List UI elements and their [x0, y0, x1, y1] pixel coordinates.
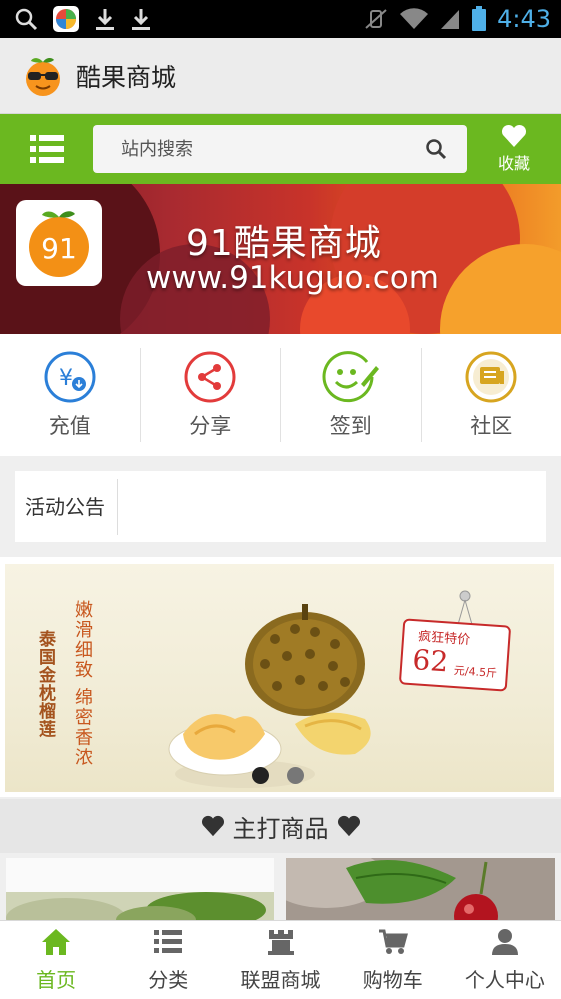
action-share[interactable]: 分享 — [141, 348, 281, 442]
product-card[interactable] — [286, 858, 555, 922]
bottom-navigation: 首页 分类 联盟商城 购物车 个人中心 — [0, 920, 561, 999]
nav-label: 首页 — [36, 967, 77, 992]
app-store-icon — [52, 5, 80, 33]
promo-product-name: 泰国金枕榴莲 — [35, 630, 55, 738]
promo-slide[interactable]: 泰国金枕榴莲 嫩滑细致 绵密香浓 疯狂特价 62 元/4.5斤 — [5, 564, 554, 792]
list-menu-icon — [29, 134, 64, 164]
checkin-icon — [321, 350, 381, 404]
action-community[interactable]: 社区 — [422, 348, 561, 442]
durian-image — [168, 604, 371, 788]
vibrate-off-icon — [363, 7, 389, 31]
share-icon — [183, 350, 237, 404]
promo-tagline: 嫩滑细致 绵密香浓 — [72, 600, 93, 768]
svg-text:¥: ¥ — [59, 366, 73, 391]
product-image — [6, 858, 274, 922]
carousel-dot[interactable] — [287, 767, 304, 784]
price-value: 62 — [411, 643, 450, 679]
download-icon — [94, 7, 116, 31]
user-icon — [490, 928, 520, 956]
heart-icon — [501, 124, 527, 148]
favorites-button[interactable]: 收藏 — [467, 114, 561, 184]
app-screen: 4:43 酷果商城 站内搜索 收藏 91 91酷果商城 www.91kuguo.… — [0, 0, 561, 999]
nav-category[interactable]: 分类 — [112, 921, 224, 999]
battery-icon — [471, 6, 487, 32]
product-image — [286, 858, 555, 922]
search-box[interactable] — [93, 125, 467, 173]
announcement-label: 活动公告 — [15, 478, 118, 535]
heart-icon — [337, 815, 361, 837]
nav-home[interactable]: 首页 — [0, 921, 112, 999]
promo-carousel[interactable]: 泰国金枕榴莲 嫩滑细致 绵密香浓 疯狂特价 62 元/4.5斤 — [0, 557, 561, 797]
quick-actions: ¥ 充值 分享 签到 社区 — [0, 334, 561, 456]
search-bar: 收藏 — [0, 114, 561, 184]
search-input[interactable] — [121, 138, 425, 160]
nav-label: 购物车 — [362, 967, 423, 992]
banner-title: 91酷果商城 — [186, 223, 382, 264]
nav-label: 分类 — [148, 967, 189, 992]
status-bar: 4:43 — [0, 0, 561, 38]
status-time: 4:43 — [497, 5, 551, 33]
carousel-indicator — [252, 767, 304, 784]
recharge-icon: ¥ — [43, 350, 97, 404]
banner-logo-text: 91 — [41, 232, 77, 265]
featured-products-header: 主打商品 — [0, 799, 561, 853]
wifi-icon — [399, 7, 429, 31]
list-icon — [153, 928, 183, 956]
heart-icon — [201, 815, 225, 837]
search-icon — [14, 7, 38, 31]
store-icon — [266, 928, 296, 956]
nav-alliance-store[interactable]: 联盟商城 — [224, 921, 336, 999]
signal-icon — [439, 7, 461, 31]
app-title-bar: 酷果商城 — [0, 38, 561, 114]
hero-banner[interactable]: 91 91酷果商城 www.91kuguo.com — [0, 184, 561, 334]
app-title: 酷果商城 — [76, 62, 177, 92]
price-tag: 疯狂特价 62 元/4.5斤 — [398, 618, 512, 692]
orange-sunglasses-logo-icon — [22, 55, 64, 97]
product-card[interactable] — [6, 858, 274, 922]
community-icon — [464, 350, 518, 404]
nav-label: 联盟商城 — [240, 967, 321, 992]
nav-cart[interactable]: 购物车 — [337, 921, 449, 999]
action-recharge[interactable]: ¥ 充值 — [0, 348, 141, 442]
announcement-bar[interactable]: 活动公告 — [15, 471, 546, 542]
download-icon — [130, 7, 152, 31]
menu-button[interactable] — [0, 114, 93, 184]
action-label: 分享 — [189, 414, 232, 438]
action-label: 充值 — [48, 414, 91, 438]
favorites-label: 收藏 — [497, 154, 530, 173]
banner-logo: 91 — [16, 200, 102, 286]
price-unit: 元/4.5斤 — [453, 663, 498, 680]
action-label: 签到 — [329, 414, 372, 438]
nav-profile[interactable]: 个人中心 — [449, 921, 561, 999]
banner-url: www.91kuguo.com — [146, 260, 439, 296]
carousel-dot-active[interactable] — [252, 767, 269, 784]
home-icon — [41, 928, 71, 956]
nav-label: 个人中心 — [464, 967, 545, 992]
search-icon[interactable] — [425, 138, 447, 160]
action-label: 社区 — [470, 414, 513, 438]
section-title: 主打商品 — [232, 814, 329, 843]
cart-icon — [378, 928, 408, 956]
action-checkin[interactable]: 签到 — [281, 348, 422, 442]
